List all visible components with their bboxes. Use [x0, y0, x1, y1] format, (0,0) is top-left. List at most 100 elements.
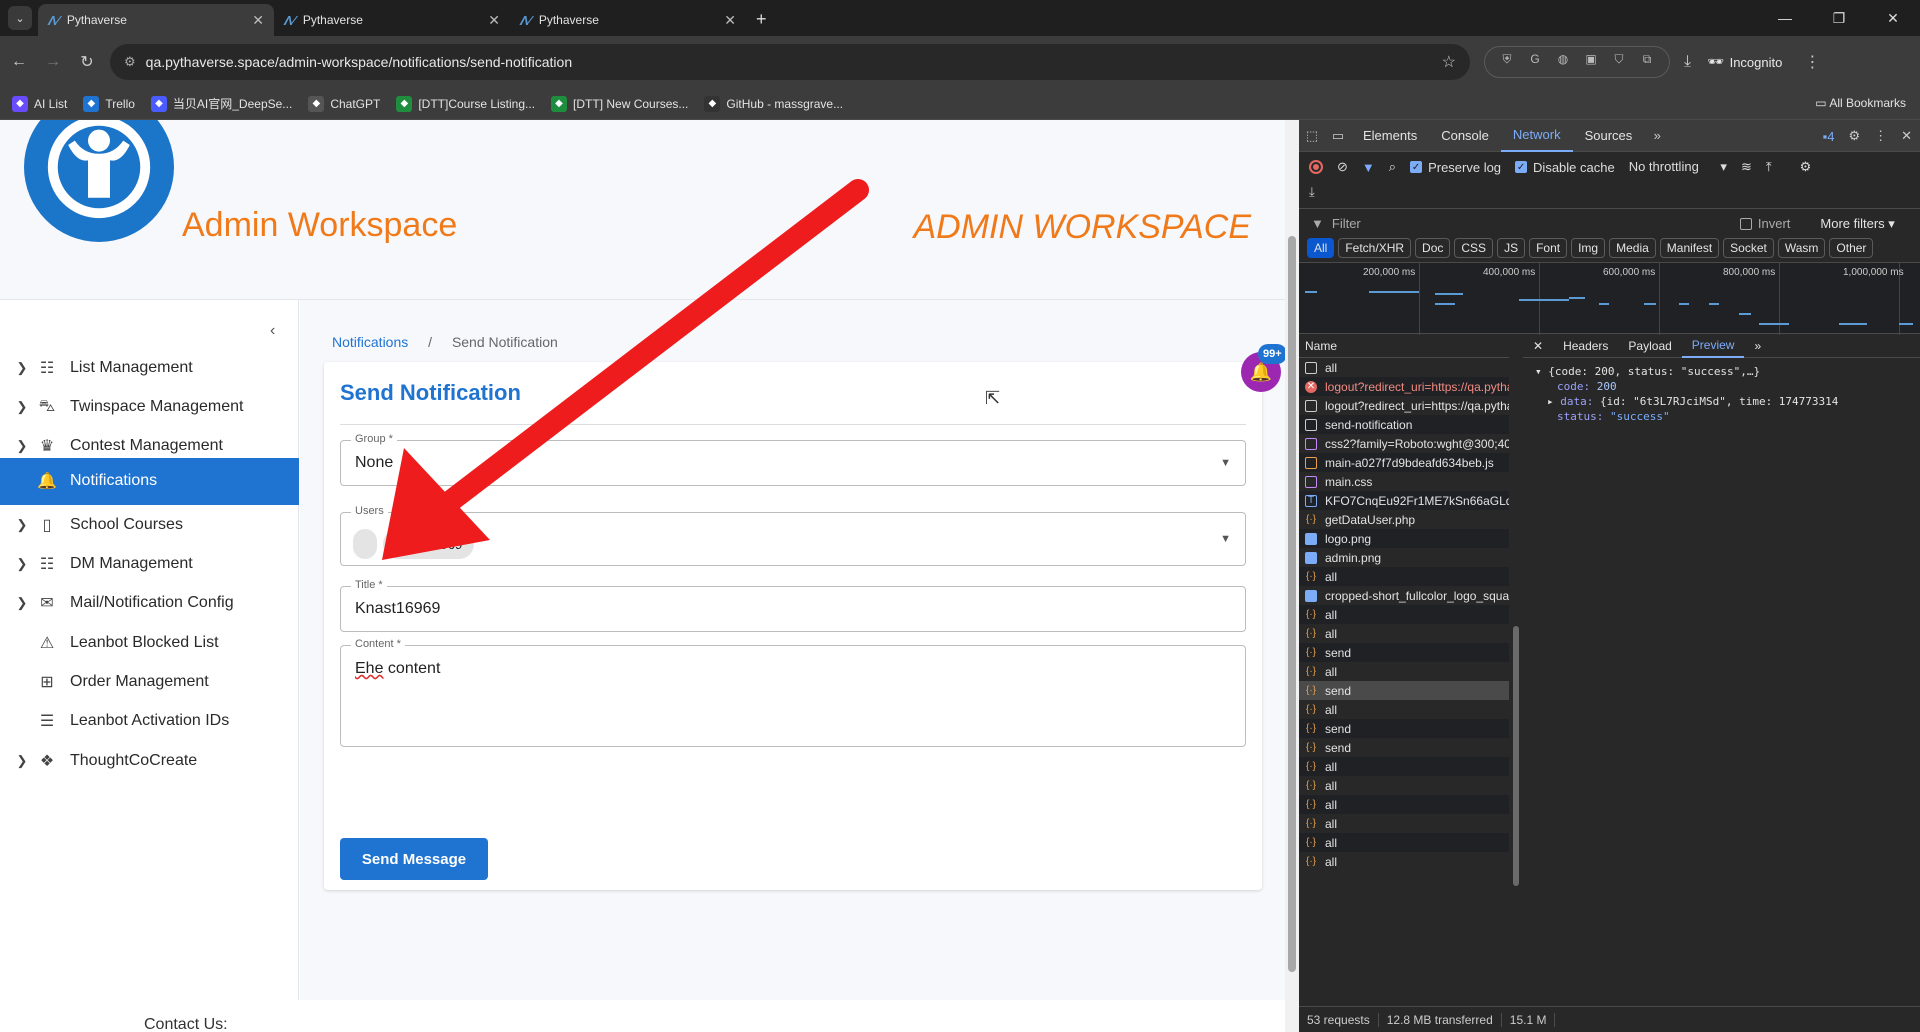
download-icon[interactable]: ⤓	[1684, 53, 1691, 71]
reload-icon[interactable]: ↻	[72, 52, 102, 72]
close-detail-icon[interactable]: ✕	[1523, 339, 1553, 353]
request-row[interactable]: {·} all	[1299, 833, 1509, 852]
group-select[interactable]: Group * None ▼	[340, 433, 1246, 486]
tab-preview[interactable]: Preview	[1681, 334, 1745, 358]
device-toolbar-icon[interactable]: ▭	[1325, 128, 1351, 144]
filter-type-doc[interactable]: Doc	[1415, 238, 1451, 258]
filter-type-manifest[interactable]: Manifest	[1659, 238, 1720, 258]
throttling-select[interactable]: No throttling ▾	[1629, 159, 1727, 175]
bookmark-item[interactable]: ◆ GitHub - massgrave...	[704, 95, 843, 112]
browser-menu-icon[interactable]: ⋮	[1804, 52, 1820, 72]
bookmark-item[interactable]: ◆ Trello	[83, 95, 135, 112]
tab-payload[interactable]: Payload	[1618, 339, 1681, 353]
json-row[interactable]: ▸ data: {id: "6t3L7RJciMSd", time: 17477…	[1535, 394, 1838, 409]
filter-type-media[interactable]: Media	[1609, 238, 1656, 258]
request-row[interactable]: main.css	[1299, 472, 1509, 491]
request-row[interactable]: cropped-short_fullcolor_logo_square-...	[1299, 586, 1509, 605]
filter-type-fetch-xhr[interactable]: Fetch/XHR	[1338, 238, 1412, 258]
request-row[interactable]: logout?redirect_uri=https://qa.pythav...	[1299, 396, 1509, 415]
browser-tab[interactable]: Λ∕ Pythaverse ✕	[274, 4, 510, 36]
request-row[interactable]: {·} send	[1299, 681, 1509, 700]
disable-cache-checkbox[interactable]: ✓ Disable cache	[1515, 160, 1615, 175]
request-row[interactable]: {·} all	[1299, 624, 1509, 643]
bookmark-item[interactable]: ◆ ChatGPT	[308, 95, 380, 112]
settings-gear-icon[interactable]: ⚙	[1848, 128, 1860, 144]
request-list-scrollbar[interactable]	[1511, 334, 1521, 974]
all-bookmarks-button[interactable]: ▭ All Bookmarks	[1815, 96, 1906, 110]
issues-counter[interactable]: ▪4	[1823, 129, 1835, 144]
request-row[interactable]: send-notification	[1299, 415, 1509, 434]
filter-input[interactable]: Filter	[1332, 216, 1740, 231]
wifi-icon[interactable]: ≋	[1741, 159, 1752, 175]
filter-type-img[interactable]: Img	[1571, 238, 1606, 258]
shield-extension-icon[interactable]: ⛨	[1493, 52, 1521, 72]
request-row[interactable]: {·} all	[1299, 567, 1509, 586]
request-row[interactable]: logo.png	[1299, 529, 1509, 548]
request-row[interactable]: {·} send	[1299, 643, 1509, 662]
filter-type-font[interactable]: Font	[1529, 238, 1568, 258]
puzzle-extension-icon[interactable]: ⧉	[1633, 52, 1661, 72]
bookmark-item[interactable]: ◆ 当贝AI官网_DeepSe...	[150, 95, 292, 112]
more-tabs-icon[interactable]: »	[1644, 128, 1670, 143]
minimize-icon[interactable]: —	[1758, 0, 1812, 36]
bookmark-item[interactable]: ◆ AI List	[12, 95, 67, 112]
request-row[interactable]: {·} getDataUser.php	[1299, 510, 1509, 529]
restore-icon[interactable]: ❐	[1812, 0, 1866, 36]
tab-search-button[interactable]: ⌄	[8, 6, 32, 30]
sidebar-item-notifications[interactable]: 🔔 Notifications	[0, 457, 299, 505]
request-row[interactable]: {·} all	[1299, 605, 1509, 624]
filter-type-socket[interactable]: Socket	[1723, 238, 1774, 258]
network-settings-icon[interactable]: ⚙	[1800, 159, 1812, 175]
shield-extension-icon[interactable]: ⛉	[1605, 52, 1633, 72]
tab-elements[interactable]: Elements	[1351, 120, 1429, 152]
request-row[interactable]: {·} all	[1299, 814, 1509, 833]
title-input[interactable]: Title * Knast16969	[340, 579, 1246, 632]
content-textarea[interactable]: Content * Ehe content	[340, 638, 1246, 747]
more-filters-dropdown[interactable]: More filters ▾	[1820, 216, 1894, 232]
search-icon[interactable]: ⌕	[1389, 159, 1396, 175]
download-har-icon[interactable]: ⤓	[1309, 184, 1315, 200]
request-row[interactable]: {·} send	[1299, 738, 1509, 757]
bookmark-item[interactable]: ◆ [DTT] New Courses...	[551, 95, 688, 112]
request-row[interactable]: {·} all	[1299, 662, 1509, 681]
scrollbar-thumb[interactable]	[1513, 626, 1519, 886]
tab-headers[interactable]: Headers	[1553, 339, 1618, 353]
request-row[interactable]: css2?family=Roboto:wght@300;400;5...	[1299, 434, 1509, 453]
request-row[interactable]: {·} all	[1299, 795, 1509, 814]
upload-icon[interactable]: ⤒	[1766, 159, 1772, 175]
preserve-log-checkbox[interactable]: ✓ Preserve log	[1410, 160, 1501, 175]
request-row[interactable]: {·} all	[1299, 757, 1509, 776]
scrollbar-thumb[interactable]	[1288, 236, 1296, 972]
request-row[interactable]: T KFO7CnqEu92Fr1ME7kSn66aGLdTylU...	[1299, 491, 1509, 510]
name-column-header[interactable]: Name	[1299, 334, 1509, 358]
tab-sources[interactable]: Sources	[1573, 120, 1645, 152]
request-row[interactable]: ✕ logout?redirect_uri=https://qa.pythav..…	[1299, 377, 1509, 396]
send-message-button[interactable]: Send Message	[340, 838, 488, 880]
devtools-menu-icon[interactable]: ⋮	[1874, 128, 1887, 144]
request-row[interactable]: {·} all	[1299, 700, 1509, 719]
url-text[interactable]: qa.pythaverse.space/admin-workspace/noti…	[146, 54, 1442, 70]
filter-type-js[interactable]: JS	[1497, 238, 1526, 258]
users-select[interactable]: Users knast16969 ▼	[340, 505, 1246, 566]
request-row[interactable]: admin.png	[1299, 548, 1509, 567]
title-value[interactable]: Knast16969	[355, 600, 440, 618]
request-row[interactable]: {·} all	[1299, 776, 1509, 795]
new-tab-button[interactable]: +	[756, 9, 767, 30]
tab-console[interactable]: Console	[1429, 120, 1501, 152]
close-tab-icon[interactable]: ✕	[252, 12, 264, 29]
sidebar-item-thoughtcocreate[interactable]: ❯ ❖ ThoughtCoCreate	[0, 737, 299, 784]
logo[interactable]	[24, 120, 174, 242]
filter-type-all[interactable]: All	[1307, 238, 1335, 258]
content-value[interactable]: Ehe content	[355, 660, 440, 678]
off-extension-icon[interactable]: ◍	[1549, 52, 1577, 72]
bookmark-star-icon[interactable]: ☆	[1442, 52, 1456, 72]
filter-icon[interactable]: ▼	[1362, 160, 1375, 175]
close-devtools-icon[interactable]: ✕	[1901, 128, 1912, 144]
back-icon[interactable]: ←	[4, 53, 34, 71]
zip-extension-icon[interactable]: ▣	[1577, 52, 1605, 72]
request-row[interactable]: main-a027f7d9bdeafd634beb.js	[1299, 453, 1509, 472]
tab-network[interactable]: Network	[1500, 120, 1573, 152]
browser-tab[interactable]: Λ∕ Pythaverse ✕	[38, 4, 274, 36]
json-root[interactable]: ▾ {code: 200, status: "success",…}	[1535, 364, 1838, 379]
address-bar[interactable]: ⚙ qa.pythaverse.space/admin-workspace/no…	[110, 44, 1470, 80]
